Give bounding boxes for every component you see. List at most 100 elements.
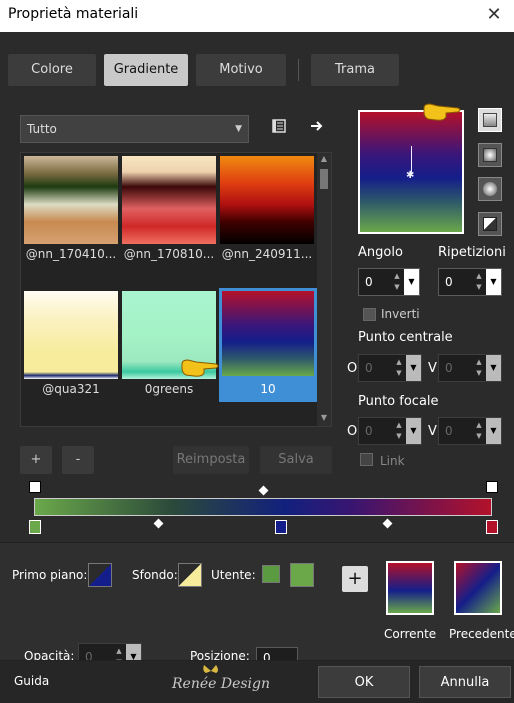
opacity-stop-right[interactable] <box>486 481 498 493</box>
focal-point-label: Punto focale <box>358 394 439 409</box>
gradient-swatch <box>122 156 216 244</box>
materials-panel: Colore Gradiente Motivo Trama Tutto ▼ @n… <box>0 32 514 703</box>
link-checkbox[interactable] <box>360 453 373 466</box>
spin-arrows-icon[interactable]: ▲▼ <box>473 271 485 293</box>
add-gradient-button[interactable]: + <box>20 446 52 474</box>
center-o-spinner[interactable]: 0 ▲ ▼ ▼ <box>358 354 422 382</box>
chevron-down-icon[interactable]: ▼ <box>486 355 501 381</box>
spin-arrows-icon[interactable]: ▲▼ <box>473 357 485 379</box>
focal-v-value: 0 <box>445 424 453 438</box>
current-preview[interactable] <box>386 561 434 615</box>
gallery-item-label: @nn_170410... <box>25 247 117 261</box>
focal-v-label: V <box>428 424 437 439</box>
gradient-swatch <box>24 291 118 379</box>
title-bar: Proprietà materiali ✕ <box>0 0 514 32</box>
chevron-down-icon[interactable]: ▼ <box>406 418 421 444</box>
rectangular-style-icon <box>483 148 497 162</box>
current-label: Corrente <box>384 627 437 641</box>
gallery-item-label: @nn_240911... <box>221 247 313 261</box>
previous-preview[interactable] <box>454 561 502 615</box>
color-midpoint[interactable] <box>153 518 164 529</box>
gallery-item-label: @qua321 <box>42 382 100 396</box>
center-o-label: O <box>347 361 358 376</box>
tab-trama[interactable]: Trama <box>311 54 399 86</box>
spin-arrows-icon[interactable]: ▲▼ <box>393 420 405 442</box>
spin-arrows-icon[interactable]: ▲▼ <box>393 357 405 379</box>
add-stop-button[interactable]: + <box>342 566 368 592</box>
invert-checkbox[interactable] <box>363 308 376 321</box>
arrow-right-icon[interactable] <box>307 118 327 138</box>
chevron-down-icon[interactable]: ▼ <box>486 269 501 295</box>
opacity-stop-left[interactable] <box>29 481 41 493</box>
chevron-down-icon[interactable]: ▼ <box>486 418 501 444</box>
radial-style-button[interactable] <box>478 212 502 236</box>
cancel-button[interactable]: Annulla <box>419 666 511 698</box>
spin-arrows-icon[interactable]: ▲▼ <box>473 420 485 442</box>
category-dropdown[interactable]: Tutto ▼ <box>20 115 249 143</box>
color-midpoint[interactable] <box>382 518 393 529</box>
user-label: Utente: <box>211 568 256 582</box>
user-swatch-small[interactable] <box>262 565 280 583</box>
reset-button[interactable]: Reimposta <box>173 446 249 474</box>
gradient-bar[interactable] <box>34 498 492 516</box>
background-label: Sfondo: <box>132 568 178 582</box>
brand-logo: Renée Design <box>172 665 272 697</box>
color-stop-navy[interactable] <box>275 520 287 534</box>
tab-gradiente[interactable]: Gradiente <box>104 54 188 86</box>
angle-spinner[interactable]: 0 ▲ ▼ ▼ <box>358 268 420 296</box>
remove-gradient-button[interactable]: - <box>62 446 94 474</box>
rectangular-style-button[interactable] <box>478 143 502 167</box>
user-swatch[interactable] <box>290 563 314 587</box>
gallery-item[interactable]: @qua321 <box>24 291 118 402</box>
color-stop-green[interactable] <box>29 520 41 534</box>
focal-o-spinner[interactable]: 0 ▲ ▼ ▼ <box>358 417 422 445</box>
linear-style-icon <box>483 113 497 127</box>
sunburst-style-button[interactable] <box>478 177 502 201</box>
gallery-item[interactable]: @nn_170810... <box>122 156 216 267</box>
gallery-item[interactable]: 0greens <box>122 291 216 402</box>
gradient-swatch <box>220 156 314 244</box>
color-stop-red[interactable] <box>486 520 498 534</box>
gallery-item-label: 10 <box>260 382 276 396</box>
gradient-preview[interactable]: ✱ <box>358 110 464 234</box>
chevron-down-icon[interactable]: ▼ <box>406 355 421 381</box>
tab-motivo[interactable]: Motivo <box>196 54 286 86</box>
focal-o-value: 0 <box>365 424 373 438</box>
foreground-swatch[interactable] <box>88 563 112 587</box>
scroll-up-icon[interactable]: ▲ <box>317 154 331 166</box>
close-icon[interactable]: ✕ <box>484 4 504 26</box>
center-v-value: 0 <box>445 361 453 375</box>
pointing-hand-icon <box>181 359 219 377</box>
spin-arrows-icon[interactable]: ▲▼ <box>391 271 403 293</box>
book-icon[interactable] <box>269 118 289 138</box>
gradient-gallery: @nn_170410... @nn_170810... @nn_240911..… <box>20 152 332 427</box>
window-title: Proprietà materiali <box>8 6 139 22</box>
foreground-label: Primo piano: <box>12 568 88 582</box>
angle-value: 0 <box>365 275 373 289</box>
repeats-spinner[interactable]: 0 ▲ ▼ ▼ <box>438 268 502 296</box>
scroll-down-icon[interactable]: ▼ <box>317 413 331 425</box>
center-v-label: V <box>428 361 437 376</box>
pointing-hand-icon <box>423 103 461 121</box>
focal-v-spinner[interactable]: 0 ▲ ▼ ▼ <box>438 417 502 445</box>
gradient-swatch <box>24 156 118 244</box>
linear-style-button[interactable] <box>478 108 502 132</box>
help-link[interactable]: Guida <box>14 674 49 688</box>
gallery-item-selected[interactable]: 10 <box>219 288 317 402</box>
center-point-label: Punto centrale <box>358 330 453 345</box>
opacity-midpoint[interactable] <box>258 485 269 496</box>
center-v-spinner[interactable]: 0 ▲ ▼ ▼ <box>438 354 502 382</box>
chevron-down-icon[interactable]: ▼ <box>404 269 419 295</box>
gallery-item[interactable]: @nn_240911... <box>220 156 314 267</box>
save-button[interactable]: Salva <box>260 446 332 474</box>
repeats-label: Ripetizioni <box>438 245 506 260</box>
category-value: Tutto <box>27 122 57 136</box>
ok-button[interactable]: OK <box>318 666 410 698</box>
gallery-item[interactable]: @nn_170410... <box>24 156 118 267</box>
dialog-footer: Guida Renée Design OK Annulla <box>0 661 514 703</box>
gallery-scrollbar[interactable]: ▲ ▼ <box>317 153 331 426</box>
tab-separator <box>298 59 299 81</box>
tab-colore[interactable]: Colore <box>8 54 96 86</box>
background-swatch[interactable] <box>178 563 202 587</box>
scrollbar-thumb[interactable] <box>320 169 328 189</box>
